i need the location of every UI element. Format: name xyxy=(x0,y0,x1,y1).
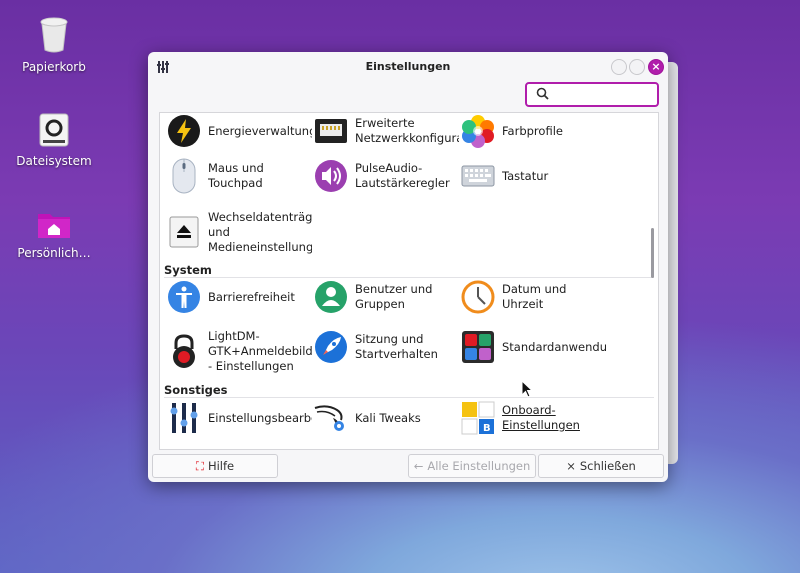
clock-icon xyxy=(461,280,495,314)
settings-item-default-apps[interactable]: Standardanwendung xyxy=(460,329,606,365)
settings-item-label: LightDM- GTK+Anmeldebildsc - Einstellung… xyxy=(208,328,312,373)
settings-item-keyboard[interactable]: Tastatur xyxy=(460,158,606,194)
section-header-system: System xyxy=(164,263,212,277)
settings-item-label: Wechseldatenträger und Medieneinstellung… xyxy=(208,209,312,254)
minimize-button[interactable] xyxy=(611,59,627,75)
search-input[interactable] xyxy=(555,86,655,104)
home-folder-icon xyxy=(38,214,70,238)
settings-item-label: Benutzer und Gruppen xyxy=(355,282,433,311)
drive-icon xyxy=(39,113,69,147)
help-icon: ⛶ xyxy=(195,458,204,473)
settings-item-label: Maus und Touchpad xyxy=(208,161,264,190)
settings-item-label: Energieverwaltung xyxy=(208,123,312,138)
settings-item-label: Tastatur xyxy=(502,168,549,183)
eject-icon xyxy=(169,216,199,248)
desktop-icon-home[interactable]: Persönlich… xyxy=(14,208,94,260)
settings-item-lightdm[interactable]: LightDM- GTK+Anmeldebildsc - Einstellung… xyxy=(166,327,312,375)
search-box[interactable] xyxy=(525,82,659,107)
speaker-icon xyxy=(315,160,347,192)
close-button[interactable]: × Schließen xyxy=(538,454,664,478)
all-settings-label: Alle Einstellungen xyxy=(427,459,531,473)
settings-item-kali-tweaks[interactable]: Kali Tweaks xyxy=(313,400,459,436)
settings-item-label: PulseAudio- Lautstärkeregler xyxy=(355,161,450,190)
settings-item-label: Standardanwendung xyxy=(502,339,606,354)
settings-item-power[interactable]: Energieverwaltung xyxy=(166,113,312,149)
network-icon xyxy=(315,119,347,143)
desktop-icon-trash[interactable]: Papierkorb xyxy=(14,16,94,74)
settings-item-label: Datum und Uhrzeit xyxy=(502,282,567,311)
kali-dragon-icon xyxy=(314,405,344,431)
settings-item-onboard[interactable]: B Onboard- Einstellungen xyxy=(460,400,606,436)
close-icon: × xyxy=(651,60,661,73)
settings-item-mouse[interactable]: Maus und Touchpad xyxy=(166,158,312,194)
settings-item-label: Erweiterte Netzwerkkonfigurat xyxy=(355,116,459,145)
help-button-label: Hilfe xyxy=(207,459,235,473)
close-icon: × xyxy=(566,459,576,473)
onboard-keyboard-icon: B xyxy=(461,401,495,435)
desktop-icon-label: Dateisystem xyxy=(16,154,92,168)
users-icon xyxy=(315,281,347,313)
scrollbar[interactable] xyxy=(651,228,654,278)
desktop-icon-filesystem[interactable]: Dateisystem xyxy=(14,112,94,168)
default-apps-icon xyxy=(462,331,494,363)
settings-item-label: Sitzung und Startverhalten xyxy=(355,332,438,361)
all-settings-button[interactable]: ← Alle Einstellungen xyxy=(408,454,536,478)
settings-editor-icon xyxy=(170,403,198,433)
power-icon xyxy=(168,115,200,147)
mouse-icon xyxy=(172,158,196,194)
close-window-button[interactable]: × xyxy=(648,59,664,75)
settings-item-settings-editor[interactable]: Einstellungsbearbei xyxy=(166,400,312,436)
keyboard-icon xyxy=(461,165,495,187)
search-icon xyxy=(536,87,549,100)
settings-item-label: Onboard- Einstellungen xyxy=(502,403,580,432)
color-profile-icon xyxy=(462,115,494,148)
settings-item-accessibility[interactable]: Barrierefreiheit xyxy=(166,279,312,315)
desktop-icon-label: Papierkorb xyxy=(22,60,86,74)
svg-text:B: B xyxy=(483,423,491,434)
settings-item-label: Farbprofile xyxy=(502,123,563,138)
help-button[interactable]: ⛶ Hilfe xyxy=(152,454,278,478)
close-button-label: Schließen xyxy=(579,459,636,473)
settings-item-session[interactable]: Sitzung und Startverhalten xyxy=(313,329,459,365)
desktop-icon-label: Persönlich… xyxy=(17,246,91,260)
titlebar[interactable]: Einstellungen × xyxy=(148,52,668,82)
settings-item-removable-media[interactable]: Wechseldatenträger und Medieneinstellung… xyxy=(166,209,312,255)
settings-item-pulseaudio[interactable]: PulseAudio- Lautstärkeregler xyxy=(313,158,459,194)
settings-item-label: Barrierefreiheit xyxy=(208,289,295,304)
settings-item-color-profiles[interactable]: Farbprofile xyxy=(460,113,606,149)
section-divider xyxy=(164,277,654,278)
settings-item-label: Kali Tweaks xyxy=(355,410,421,425)
settings-list[interactable]: Energieverwaltung Erweiterte Netzwerkkon… xyxy=(159,112,659,450)
section-divider xyxy=(164,397,654,398)
settings-item-users[interactable]: Benutzer und Gruppen xyxy=(313,279,459,315)
section-header-other: Sonstiges xyxy=(164,383,228,397)
window-title: Einstellungen xyxy=(365,60,451,73)
rocket-icon xyxy=(315,331,347,363)
trash-icon xyxy=(40,17,68,53)
settings-window: Einstellungen × Energieverwaltung Erweit… xyxy=(148,52,668,482)
maximize-button[interactable] xyxy=(629,59,645,75)
accessibility-icon xyxy=(168,281,200,313)
settings-item-label: Einstellungsbearbei xyxy=(208,410,312,425)
settings-item-date-time[interactable]: Datum und Uhrzeit xyxy=(460,279,606,315)
arrow-left-icon: ← xyxy=(413,459,424,473)
mouse-cursor xyxy=(521,380,533,398)
settings-item-network[interactable]: Erweiterte Netzwerkkonfigurat xyxy=(313,113,459,149)
lock-icon xyxy=(173,334,195,368)
